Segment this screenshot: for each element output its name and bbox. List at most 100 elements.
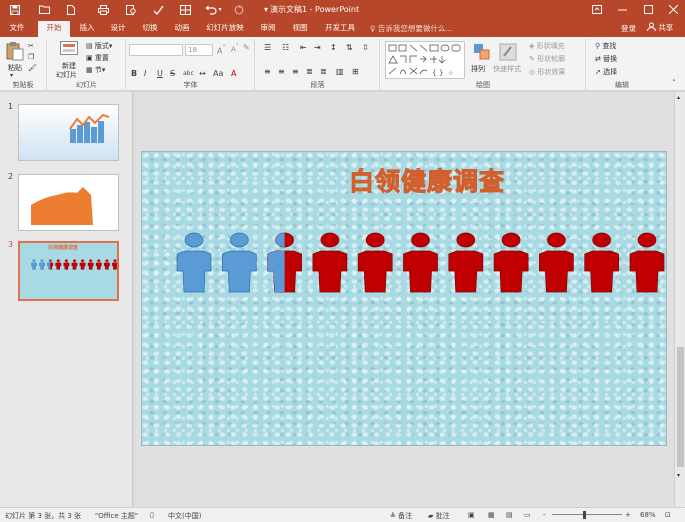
layout-button[interactable]: ▤ 版式▾ (86, 41, 112, 51)
replace-button[interactable]: ⇄ 替换 (595, 54, 617, 64)
person-10 (584, 232, 620, 293)
notes-button[interactable]: ≜ 备注 (390, 511, 412, 521)
increase-indent-icon[interactable]: ⇥ (314, 43, 321, 52)
close-icon[interactable] (661, 2, 685, 17)
font-name-combo[interactable] (129, 44, 183, 56)
minimize-icon[interactable] (610, 2, 634, 17)
zoom-in-button[interactable]: + (625, 511, 631, 519)
quick-styles-label[interactable]: 快速样式 (493, 64, 521, 74)
save-icon[interactable] (8, 3, 22, 16)
italic-button[interactable]: I (144, 69, 146, 78)
align-text-icon[interactable]: ⇳ (362, 43, 369, 52)
line-spacing-icon[interactable]: ↕ (330, 43, 337, 52)
quick-styles-icon[interactable] (499, 43, 517, 61)
paste-dropdown-icon[interactable]: ▾ (10, 72, 13, 79)
arrange-icon[interactable] (473, 43, 491, 61)
new-slide-icon[interactable] (60, 41, 78, 59)
slide-thumbnail-2[interactable] (18, 174, 119, 231)
shape-effects-button[interactable]: ◎ 形状效果 (529, 67, 565, 77)
text-direction-icon[interactable]: ⇅ (346, 43, 353, 52)
tab-developer[interactable]: 开发工具 (320, 22, 360, 37)
open-folder-icon[interactable] (37, 3, 51, 16)
zoom-level[interactable]: 68% (640, 511, 656, 519)
tell-me-box[interactable]: ♀ 告诉我您想要做什么... (370, 23, 453, 34)
proofing-icon[interactable]: ▯ (150, 511, 154, 519)
grow-font-icon[interactable]: A˄ (217, 44, 226, 56)
tab-insert[interactable]: 插入 (74, 22, 100, 37)
share-button[interactable]: 共享 (647, 22, 673, 33)
people-pictogram[interactable] (142, 152, 667, 446)
find-button[interactable]: ⚲ 查找 (595, 41, 616, 51)
language-label[interactable]: 中文(中国) (168, 511, 201, 521)
underline-button[interactable]: U (157, 69, 163, 78)
zoom-slider-handle[interactable] (583, 511, 586, 519)
print-preview-icon[interactable] (124, 3, 138, 16)
columns-icon[interactable]: ▥ (336, 67, 344, 76)
arrange-label[interactable]: 排列 (471, 64, 485, 74)
spelling-icon[interactable] (151, 3, 165, 16)
slide-sorter-icon[interactable]: ▦ (488, 511, 495, 519)
draw-table-icon[interactable] (178, 3, 192, 16)
print-icon[interactable] (96, 3, 110, 16)
text-shadow-button[interactable]: abc (183, 70, 194, 77)
comment-icon: ▰ (428, 512, 434, 520)
char-spacing-icon[interactable]: ↔ (199, 69, 206, 78)
vertical-scrollbar-thumb[interactable] (677, 347, 684, 467)
tab-design[interactable]: 设计 (104, 22, 132, 37)
new-file-icon[interactable] (64, 3, 78, 16)
normal-view-icon[interactable]: ▣ (468, 511, 475, 519)
login-link[interactable]: 登录 (621, 23, 636, 34)
slide-thumbnail-3[interactable]: 白领健康调查 (18, 241, 119, 301)
tab-animations[interactable]: 动画 (168, 22, 196, 37)
undo-dropdown-icon[interactable]: ▾ (216, 3, 224, 16)
section-button[interactable]: ▦ 节▾ (86, 65, 105, 75)
new-slide-label-2[interactable]: 幻灯片 (56, 70, 77, 80)
align-right-icon[interactable]: ≡ (292, 67, 299, 76)
distributed-icon[interactable]: ≣ (320, 67, 327, 76)
slideshow-view-icon[interactable]: ▭ (524, 511, 531, 519)
slide-canvas[interactable]: 白领健康调查 (141, 151, 667, 446)
bullets-icon[interactable]: ☰ (264, 43, 271, 52)
tab-transitions[interactable]: 切换 (136, 22, 164, 37)
format-painter-icon[interactable]: 🖌 (28, 64, 37, 72)
tab-file[interactable]: 文件 (4, 22, 30, 37)
reset-button[interactable]: ▣ 重置 (86, 53, 109, 63)
smartart-icon[interactable]: ⊞ (352, 67, 359, 76)
tab-review[interactable]: 审阅 (254, 22, 282, 37)
tab-view[interactable]: 视图 (286, 22, 314, 37)
vertical-scrollbar[interactable]: ▴ ▾ (674, 92, 685, 507)
strikethrough-button[interactable]: S (170, 69, 175, 78)
shape-outline-button[interactable]: ✎ 形状轮廓 (529, 54, 565, 64)
cut-icon[interactable]: ✂ (28, 42, 34, 50)
align-center-icon[interactable]: ≡ (278, 67, 285, 76)
select-button[interactable]: ➚ 选择 (595, 67, 617, 77)
decrease-indent-icon[interactable]: ⇤ (300, 43, 307, 52)
zoom-out-button[interactable]: - (543, 511, 546, 519)
scroll-up-icon[interactable]: ▴ (677, 94, 680, 101)
copy-icon[interactable]: ❐ (28, 53, 34, 61)
comments-button[interactable]: ▰ 批注 (428, 511, 450, 521)
paste-icon[interactable] (6, 41, 24, 61)
shapes-gallery[interactable]: { } ☆ (385, 41, 465, 79)
numbering-icon[interactable]: ☷ (282, 43, 289, 52)
zoom-slider[interactable] (552, 514, 622, 515)
redo-icon[interactable] (232, 3, 246, 16)
clear-format-icon[interactable]: ✎ (243, 43, 250, 52)
collapse-ribbon-icon[interactable]: ˄ (672, 79, 676, 87)
reading-view-icon[interactable]: ▤ (506, 511, 513, 519)
fit-slide-icon[interactable]: ⊡ (665, 511, 671, 519)
slide-thumbnail-1[interactable] (18, 104, 119, 161)
scroll-down-icon[interactable]: ▾ (677, 472, 680, 479)
tab-slideshow[interactable]: 幻灯片放映 (200, 22, 250, 37)
shape-fill-button[interactable]: ◈ 形状填充 (529, 41, 565, 51)
change-case-icon[interactable]: Aa (213, 69, 223, 78)
ribbon-display-icon[interactable] (585, 2, 609, 17)
bold-button[interactable]: B (131, 69, 137, 78)
maximize-icon[interactable] (636, 2, 660, 17)
font-color-icon[interactable]: A (231, 69, 236, 78)
justify-icon[interactable]: ≣ (306, 67, 313, 76)
tab-home[interactable]: 开始 (38, 21, 70, 37)
align-left-icon[interactable]: ≡ (264, 67, 271, 76)
shrink-font-icon[interactable]: A˅ (231, 44, 239, 53)
font-size-combo[interactable]: 18 (185, 44, 213, 56)
